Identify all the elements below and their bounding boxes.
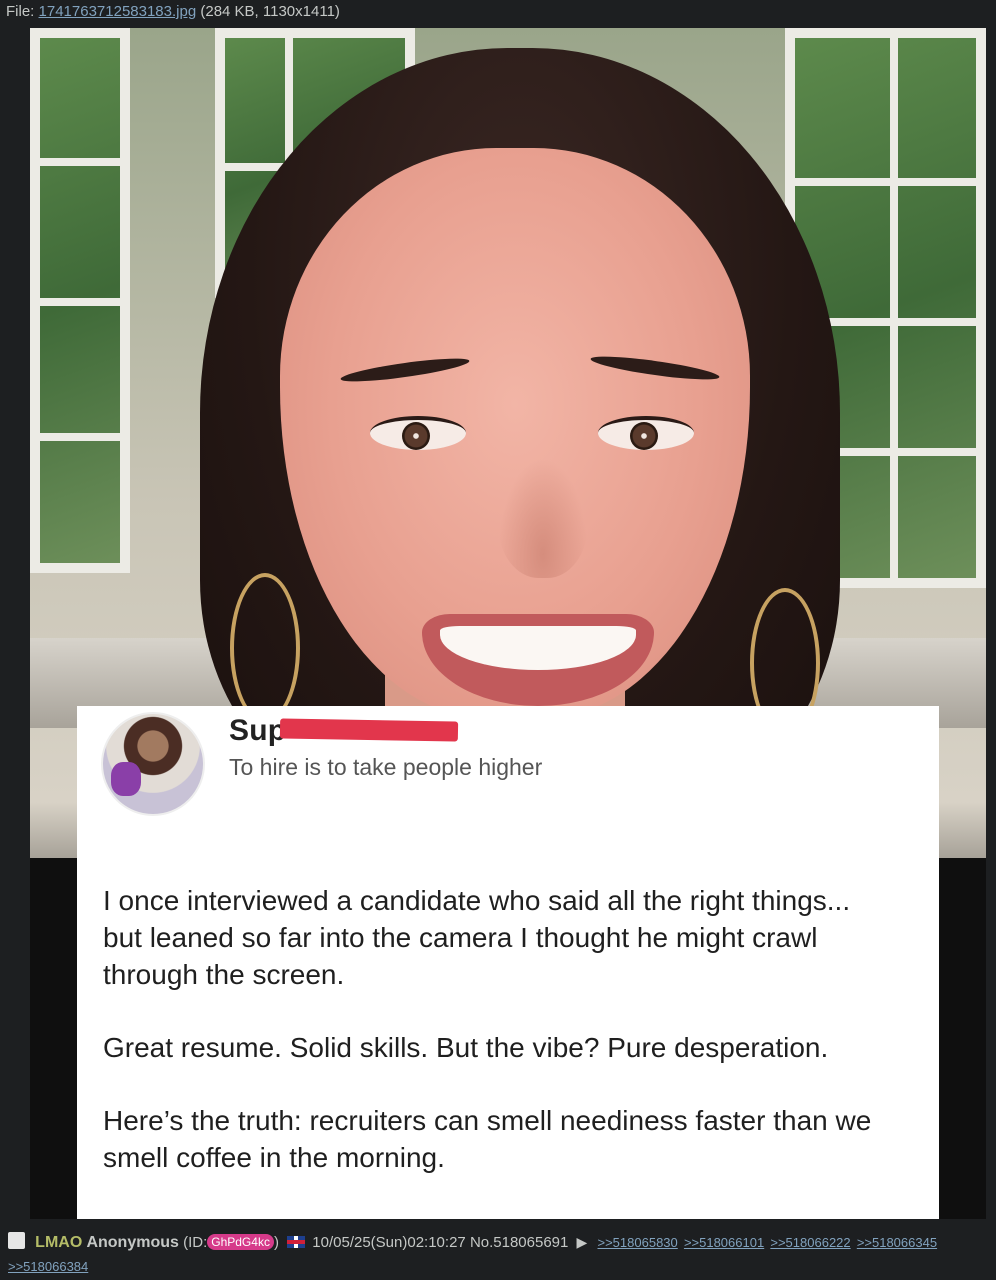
poster-name: Anonymous <box>86 1234 179 1251</box>
post-paragraph: I once interviewed a candidate who said … <box>103 885 851 990</box>
post-paragraph: Great resume. Solid skills. But the vibe… <box>103 1032 829 1063</box>
post-image[interactable]: Sup To hire is to take people higher I o… <box>30 28 986 1219</box>
nose <box>498 458 588 578</box>
post-paragraph: Here’s the truth: recruiters can smell n… <box>103 1105 872 1173</box>
backlink[interactable]: >>518065830 <box>598 1235 678 1250</box>
post-info-bar: LMAO Anonymous (ID: GhPdG4kc) 10/05/25(Su… <box>8 1230 988 1279</box>
menu-arrow-icon[interactable]: ▶ <box>577 1234 588 1250</box>
linkedin-post-card: Sup To hire is to take people higher I o… <box>77 706 939 1219</box>
redaction-mark <box>279 718 459 742</box>
backlink[interactable]: >>518066101 <box>684 1235 764 1250</box>
uk-flag-icon <box>287 1236 306 1248</box>
id-prefix: (ID: <box>183 1234 208 1251</box>
author-name: Sup <box>229 714 287 747</box>
left-earring <box>230 573 300 723</box>
post-subject: LMAO <box>35 1234 83 1251</box>
post-datetime: 10/05/25(Sun)02:10:27 <box>312 1234 466 1251</box>
id-suffix: ) <box>273 1234 279 1251</box>
left-eye <box>370 416 466 450</box>
backlink[interactable]: >>518066384 <box>8 1259 88 1274</box>
poster-id-badge[interactable]: GhPdG4kc <box>207 1234 274 1250</box>
author-tagline: To hire is to take people higher <box>229 754 543 780</box>
right-eye <box>598 416 694 450</box>
backlink[interactable]: >>518066345 <box>857 1235 937 1250</box>
file-label: File: <box>6 3 35 20</box>
post-number[interactable]: No.518065691 <box>470 1234 568 1251</box>
window-left <box>30 28 130 573</box>
file-link[interactable]: 1741763712583183.jpg <box>39 3 197 20</box>
backlink[interactable]: >>518066222 <box>770 1235 850 1250</box>
author-avatar <box>101 712 205 816</box>
file-info: File: 1741763712583183.jpg (284 KB, 1130… <box>6 3 340 20</box>
select-checkbox[interactable] <box>8 1232 25 1249</box>
post-body: I once interviewed a candidate who said … <box>103 882 893 1212</box>
file-meta: (284 KB, 1130x1411) <box>200 3 340 20</box>
